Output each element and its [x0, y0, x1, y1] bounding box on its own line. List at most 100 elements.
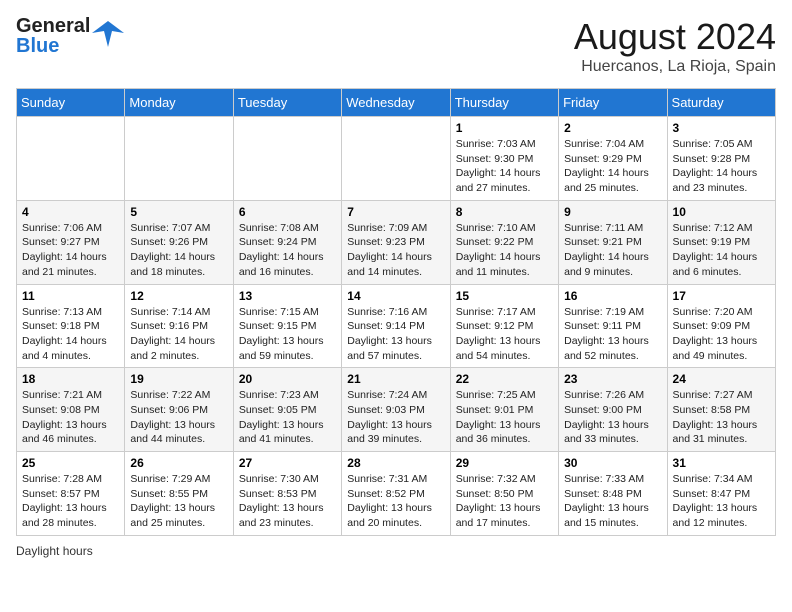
day-number: 18	[22, 372, 119, 386]
calendar-cell	[17, 117, 125, 201]
calendar-cell: 8Sunrise: 7:10 AM Sunset: 9:22 PM Daylig…	[450, 200, 558, 284]
day-info: Sunrise: 7:17 AM Sunset: 9:12 PM Dayligh…	[456, 305, 553, 364]
calendar-cell: 13 Sunrise: 7:15 AM Sunset: 9:15 PM Dayli…	[233, 284, 341, 368]
day-number: 29	[456, 456, 553, 470]
calendar-cell: 26Sunrise: 7:29 AM Sunset: 8:55 PM Dayli…	[125, 452, 233, 536]
calendar-cell: 29 Sunrise: 7:32 AM Sunset: 8:50 PM Dayli…	[450, 452, 558, 536]
day-info: Sunrise: 7:32 AM Sunset: 8:50 PM Dayligh…	[456, 472, 553, 531]
logo: General Blue	[16, 16, 124, 56]
calendar-cell: 23Sunrise: 7:26 AM Sunset: 9:00 PM Dayli…	[559, 368, 667, 452]
day-number: 14	[347, 289, 444, 303]
calendar-table: SundayMondayTuesdayWednesdayThursdayFrid…	[16, 88, 776, 536]
day-info: Sunrise: 7:04 AM Sunset: 9:29 PM Dayligh…	[564, 137, 661, 196]
day-info: Sunrise: 7:34 AM Sunset: 8:47 PM Dayligh…	[673, 472, 770, 531]
day-info: Sunrise: 7:14 AM Sunset: 9:16 PM Dayligh…	[130, 305, 227, 364]
calendar-cell: 19 Sunrise: 7:22 AM Sunset: 9:06 PM Dayli…	[125, 368, 233, 452]
day-info: Sunrise: 7:03 AM Sunset: 9:30 PM Dayligh…	[456, 137, 553, 196]
calendar-cell: 27 Sunrise: 7:30 AM Sunset: 8:53 PM Dayli…	[233, 452, 341, 536]
calendar-cell	[342, 117, 450, 201]
day-info: Sunrise: 7:24 AM Sunset: 9:03 PM Dayligh…	[347, 388, 444, 447]
day-number: 27	[239, 456, 336, 470]
day-info: Sunrise: 7:15 AM Sunset: 9:15 PM Dayligh…	[239, 305, 336, 364]
calendar-cell: 11 Sunrise: 7:13 AM Sunset: 9:18 PM Dayli…	[17, 284, 125, 368]
day-number: 17	[673, 289, 770, 303]
day-number: 25	[22, 456, 119, 470]
day-number: 2	[564, 121, 661, 135]
calendar-day-header: Saturday	[667, 89, 775, 117]
day-info: Sunrise: 7:30 AM Sunset: 8:53 PM Dayligh…	[239, 472, 336, 531]
footer: Daylight hours	[16, 544, 776, 558]
day-number: 9	[564, 205, 661, 219]
calendar-cell: 28 Sunrise: 7:31 AM Sunset: 8:52 PM Dayli…	[342, 452, 450, 536]
day-info: Sunrise: 7:31 AM Sunset: 8:52 PM Dayligh…	[347, 472, 444, 531]
location-subtitle: Huercanos, La Rioja, Spain	[574, 58, 776, 76]
calendar-cell: 17Sunrise: 7:20 AM Sunset: 9:09 PM Dayli…	[667, 284, 775, 368]
calendar-cell: 4Sunrise: 7:06 AM Sunset: 9:27 PM Daylig…	[17, 200, 125, 284]
daylight-label: Daylight hours	[16, 544, 93, 558]
calendar-cell: 18 Sunrise: 7:21 AM Sunset: 9:08 PM Dayli…	[17, 368, 125, 452]
day-info: Sunrise: 7:09 AM Sunset: 9:23 PM Dayligh…	[347, 221, 444, 280]
day-number: 7	[347, 205, 444, 219]
day-info: Sunrise: 7:12 AM Sunset: 9:19 PM Dayligh…	[673, 221, 770, 280]
day-number: 21	[347, 372, 444, 386]
day-info: Sunrise: 7:05 AM Sunset: 9:28 PM Dayligh…	[673, 137, 770, 196]
calendar-cell: 21 Sunrise: 7:24 AM Sunset: 9:03 PM Dayli…	[342, 368, 450, 452]
day-info: Sunrise: 7:16 AM Sunset: 9:14 PM Dayligh…	[347, 305, 444, 364]
day-number: 20	[239, 372, 336, 386]
calendar-cell: 7 Sunrise: 7:09 AM Sunset: 9:23 PM Daylig…	[342, 200, 450, 284]
day-info: Sunrise: 7:21 AM Sunset: 9:08 PM Dayligh…	[22, 388, 119, 447]
calendar-day-header: Tuesday	[233, 89, 341, 117]
calendar-cell: 15 Sunrise: 7:17 AM Sunset: 9:12 PM Dayli…	[450, 284, 558, 368]
day-number: 5	[130, 205, 227, 219]
calendar-cell: 20 Sunrise: 7:23 AM Sunset: 9:05 PM Dayli…	[233, 368, 341, 452]
day-info: Sunrise: 7:33 AM Sunset: 8:48 PM Dayligh…	[564, 472, 661, 531]
calendar-cell: 2 Sunrise: 7:04 AM Sunset: 9:29 PM Daylig…	[559, 117, 667, 201]
calendar-cell: 6Sunrise: 7:08 AM Sunset: 9:24 PM Daylig…	[233, 200, 341, 284]
calendar-cell: 12Sunrise: 7:14 AM Sunset: 9:16 PM Dayli…	[125, 284, 233, 368]
calendar-day-header: Friday	[559, 89, 667, 117]
calendar-cell: 3Sunrise: 7:05 AM Sunset: 9:28 PM Daylig…	[667, 117, 775, 201]
day-info: Sunrise: 7:11 AM Sunset: 9:21 PM Dayligh…	[564, 221, 661, 280]
logo-blue-text: Blue	[16, 36, 90, 56]
day-info: Sunrise: 7:19 AM Sunset: 9:11 PM Dayligh…	[564, 305, 661, 364]
logo-name: General Blue	[16, 16, 90, 56]
calendar-cell: 31 Sunrise: 7:34 AM Sunset: 8:47 PM Dayli…	[667, 452, 775, 536]
calendar-day-header: Sunday	[17, 89, 125, 117]
calendar-cell: 5 Sunrise: 7:07 AM Sunset: 9:26 PM Daylig…	[125, 200, 233, 284]
calendar-cell: 22Sunrise: 7:25 AM Sunset: 9:01 PM Dayli…	[450, 368, 558, 452]
day-number: 11	[22, 289, 119, 303]
day-number: 24	[673, 372, 770, 386]
day-info: Sunrise: 7:08 AM Sunset: 9:24 PM Dayligh…	[239, 221, 336, 280]
calendar-cell: 9 Sunrise: 7:11 AM Sunset: 9:21 PM Daylig…	[559, 200, 667, 284]
page-header: General Blue August 2024 Huercanos, La R…	[16, 16, 776, 76]
calendar-week-row: 4Sunrise: 7:06 AM Sunset: 9:27 PM Daylig…	[17, 200, 776, 284]
calendar-week-row: 18 Sunrise: 7:21 AM Sunset: 9:08 PM Dayli…	[17, 368, 776, 452]
day-number: 15	[456, 289, 553, 303]
day-number: 19	[130, 372, 227, 386]
day-number: 16	[564, 289, 661, 303]
day-number: 1	[456, 121, 553, 135]
day-number: 23	[564, 372, 661, 386]
day-info: Sunrise: 7:23 AM Sunset: 9:05 PM Dayligh…	[239, 388, 336, 447]
day-number: 28	[347, 456, 444, 470]
calendar-cell	[233, 117, 341, 201]
day-number: 10	[673, 205, 770, 219]
day-number: 30	[564, 456, 661, 470]
calendar-day-header: Thursday	[450, 89, 558, 117]
title-block: August 2024 Huercanos, La Rioja, Spain	[574, 16, 776, 76]
day-info: Sunrise: 7:10 AM Sunset: 9:22 PM Dayligh…	[456, 221, 553, 280]
calendar-week-row: 11 Sunrise: 7:13 AM Sunset: 9:18 PM Dayli…	[17, 284, 776, 368]
logo-general-text: General	[16, 16, 90, 36]
day-number: 31	[673, 456, 770, 470]
day-info: Sunrise: 7:07 AM Sunset: 9:26 PM Dayligh…	[130, 221, 227, 280]
day-info: Sunrise: 7:29 AM Sunset: 8:55 PM Dayligh…	[130, 472, 227, 531]
day-info: Sunrise: 7:22 AM Sunset: 9:06 PM Dayligh…	[130, 388, 227, 447]
calendar-header-row: SundayMondayTuesdayWednesdayThursdayFrid…	[17, 89, 776, 117]
month-year-title: August 2024	[574, 16, 776, 58]
calendar-cell: 14 Sunrise: 7:16 AM Sunset: 9:14 PM Dayli…	[342, 284, 450, 368]
calendar-cell: 1 Sunrise: 7:03 AM Sunset: 9:30 PM Daylig…	[450, 117, 558, 201]
calendar-cell	[125, 117, 233, 201]
calendar-week-row: 1 Sunrise: 7:03 AM Sunset: 9:30 PM Daylig…	[17, 117, 776, 201]
day-number: 13	[239, 289, 336, 303]
day-info: Sunrise: 7:13 AM Sunset: 9:18 PM Dayligh…	[22, 305, 119, 364]
